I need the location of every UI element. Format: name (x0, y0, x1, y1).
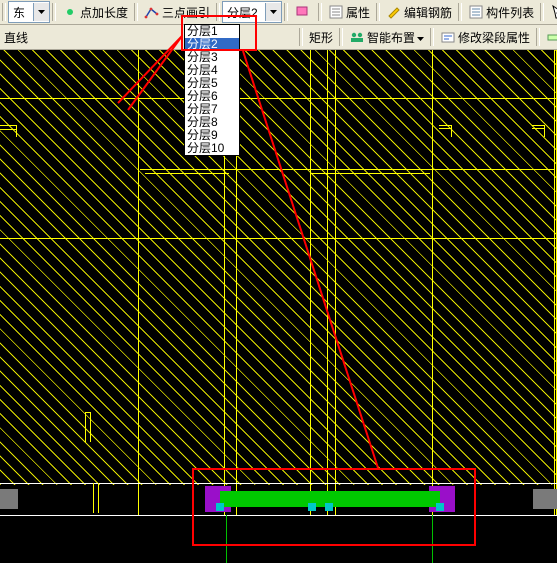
stub (85, 412, 91, 413)
stub (439, 125, 451, 126)
cad-workspace: 东 点加长度 三点画引 分层2 (0, 0, 557, 563)
beam-grip[interactable] (436, 503, 444, 511)
paint-icon (294, 4, 310, 20)
smart-layout-button[interactable]: 智能布置 (345, 26, 428, 48)
button-label: 矩形 (309, 29, 333, 46)
button-label: 三点画引 (162, 4, 210, 21)
separator (299, 28, 303, 46)
ext-line (432, 515, 433, 563)
floor-select[interactable]: 分层2 (222, 1, 282, 23)
people-icon (349, 29, 365, 45)
chevron-down-icon (33, 3, 49, 21)
stub (85, 412, 86, 442)
stub (90, 412, 91, 442)
stub (532, 125, 544, 126)
modify-button[interactable]: 修改梁段属性 (436, 26, 534, 48)
separator (2, 3, 6, 21)
grid-v (310, 50, 311, 515)
separator (134, 3, 138, 21)
point-icon (62, 4, 78, 20)
point-length-button[interactable]: 点加长度 (58, 1, 132, 23)
separator (52, 3, 56, 21)
grid-v (327, 50, 328, 515)
stub (0, 129, 16, 130)
separator (284, 3, 288, 21)
stub (310, 173, 430, 174)
beam-grip[interactable] (325, 503, 333, 511)
component-list-button[interactable]: 构件列表 (464, 1, 538, 23)
ground-line-top (0, 483, 557, 484)
grid-v (432, 50, 433, 515)
stub (544, 125, 545, 137)
paint-button[interactable] (290, 1, 316, 23)
separator (339, 28, 343, 46)
stub (145, 169, 229, 170)
edit-icon (386, 4, 402, 20)
grid-v (554, 50, 555, 515)
beam-grip[interactable] (216, 503, 224, 511)
property-button[interactable]: 属性 (324, 1, 374, 23)
toolbar-upper: 东 点加长度 三点画引 分层2 (0, 0, 557, 25)
stub (451, 125, 452, 137)
beam-grip[interactable] (308, 503, 316, 511)
chevron-down-icon (265, 3, 281, 21)
list-icon (328, 4, 344, 20)
button-label: 编辑钢筋 (404, 4, 452, 21)
grid-v (138, 50, 139, 515)
three-point-button[interactable]: 三点画引 (140, 1, 214, 23)
three-point-icon (144, 4, 160, 20)
stub (532, 128, 544, 129)
tag-icon (546, 29, 557, 45)
hatching (0, 50, 557, 485)
grid-h (0, 238, 557, 239)
separator (540, 3, 544, 21)
line-button[interactable]: 直线 (0, 26, 32, 48)
button-label: 点加长度 (80, 4, 128, 21)
separator (318, 3, 322, 21)
edge-detail (533, 489, 557, 509)
pick-button[interactable]: 拾取构件 (546, 1, 557, 23)
stub (145, 173, 229, 174)
ground-line-bottom (0, 515, 557, 516)
floor-select-value: 分层2 (227, 4, 265, 21)
separator (430, 28, 434, 46)
ext-line (226, 515, 227, 563)
chevron-down-icon (417, 30, 424, 44)
ext-line (93, 483, 94, 513)
floor-option[interactable]: 分层10 (185, 142, 239, 155)
rect-button[interactable]: 矩形 (305, 26, 337, 48)
pointer-icon (550, 4, 557, 20)
grid-h (0, 98, 557, 99)
button-label: 智能布置 (367, 29, 415, 46)
button-label: 属性 (346, 4, 370, 21)
list-icon (468, 4, 484, 20)
stub (0, 125, 16, 126)
button-label: 构件列表 (486, 4, 534, 21)
separator (376, 3, 380, 21)
drawing-area[interactable] (0, 50, 557, 563)
ext-line (98, 483, 99, 513)
separator (458, 3, 462, 21)
separator (536, 28, 540, 46)
props-icon (440, 29, 456, 45)
button-label: 直线 (4, 29, 28, 46)
edge-detail (0, 489, 18, 509)
separator (216, 3, 220, 21)
label-button[interactable]: 原位标注 (542, 26, 557, 48)
stub (16, 125, 17, 137)
toolbar-lower: 直线 矩形 智能布置 修改梁段属性 原 (0, 25, 557, 50)
floor-dropdown-list[interactable]: 分层1 分层2 分层3 分层4 分层5 分层6 分层7 分层8 分层9 分层10 (184, 24, 240, 156)
beam-element[interactable] (220, 491, 440, 507)
select-1[interactable]: 东 (8, 1, 50, 23)
edit-button[interactable]: 编辑钢筋 (382, 1, 456, 23)
select-1-value: 东 (13, 4, 33, 21)
stub (439, 128, 451, 129)
button-label: 修改梁段属性 (458, 29, 530, 46)
grid-v (335, 50, 336, 515)
